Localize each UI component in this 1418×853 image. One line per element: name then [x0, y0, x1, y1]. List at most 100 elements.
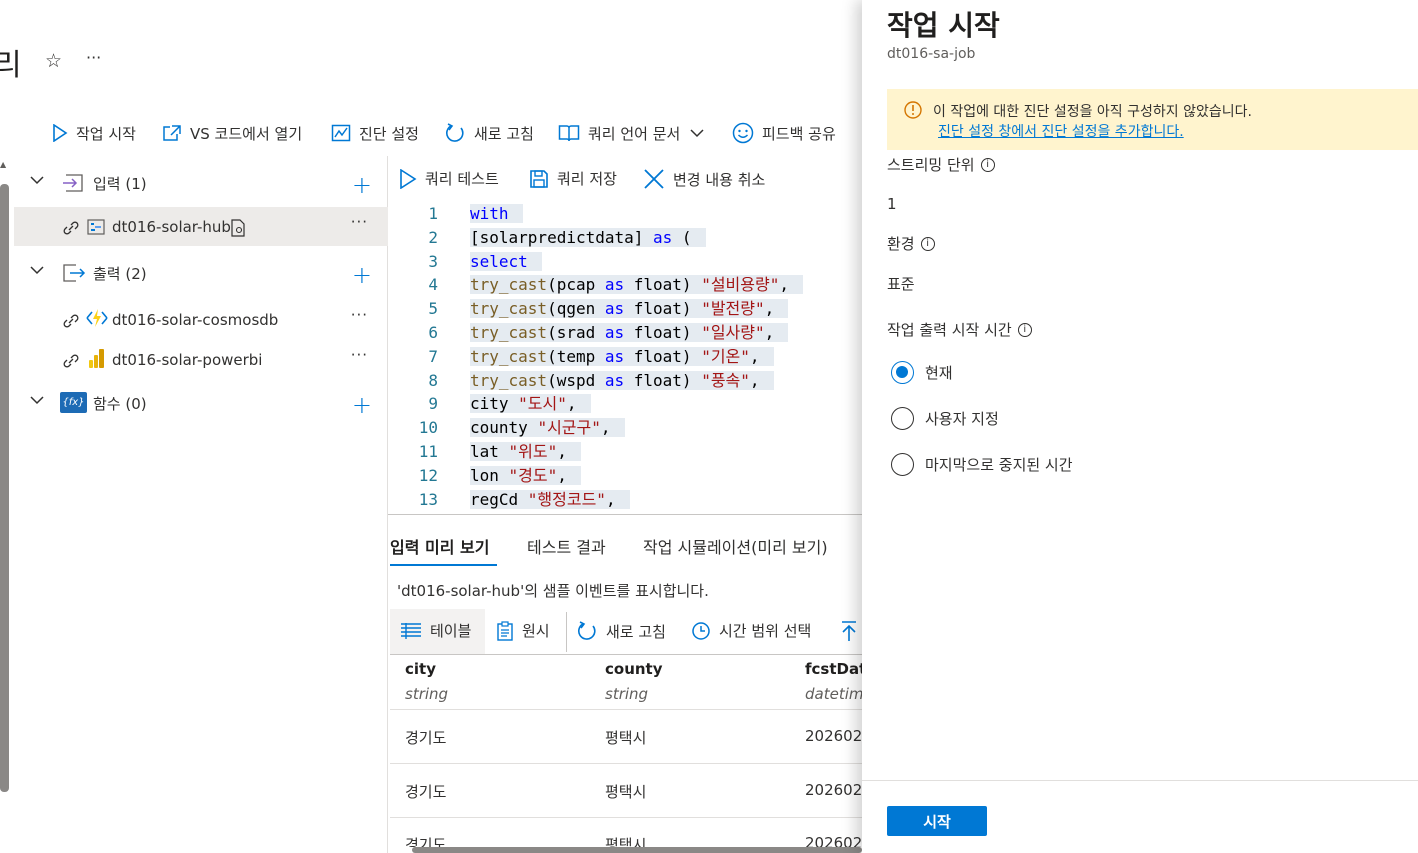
line-number: 4: [428, 275, 438, 295]
code-token: as: [653, 227, 673, 247]
start-button[interactable]: 시작: [887, 806, 987, 836]
time-range-button[interactable]: 시간 범위 선택: [691, 620, 811, 641]
add-input-icon[interactable]: +: [352, 171, 372, 199]
code-token: "행정코드": [527, 489, 606, 509]
scroll-up-arrow-icon[interactable]: ▲: [0, 160, 6, 169]
open-vscode-button[interactable]: VS 코드에서 열기: [162, 120, 302, 146]
table-cell: 2026021: [805, 727, 862, 745]
column-header[interactable]: county: [605, 660, 663, 678]
code-text: county "시군구",: [470, 416, 625, 440]
tree-item-dt016-solar-hub[interactable]: dt016-solar-hub ···: [14, 207, 388, 246]
table-icon: [401, 622, 421, 639]
line-number: 6: [428, 323, 438, 342]
horizontal-scrollbar[interactable]: [412, 847, 862, 853]
code-line[interactable]: 11 lat "위도",: [390, 440, 862, 464]
radio-label: 마지막으로 중지된 시간: [925, 456, 1073, 474]
column-header[interactable]: fcstDate: [805, 660, 862, 678]
code-text: with: [470, 202, 523, 226]
code-line[interactable]: 1 with: [390, 202, 862, 226]
streaming-units-value[interactable]: 1: [887, 195, 897, 213]
code-line[interactable]: 4 try_cast(pcap as float) "설비용량",: [390, 273, 862, 297]
line-number: 12: [418, 465, 438, 485]
code-text: lon "경도",: [470, 464, 581, 488]
tab-job-simulation[interactable]: 작업 시뮬레이션(미리 보기): [643, 534, 828, 558]
diagnostics-button[interactable]: 진단 설정: [331, 120, 419, 146]
tree-item-dt016-solar-powerbi[interactable]: dt016-solar-powerbi ···: [14, 340, 388, 380]
radio-button-selected[interactable]: [891, 361, 914, 384]
test-query-button[interactable]: 쿼리 테스트: [399, 168, 499, 189]
environment-label: 환경 i: [887, 233, 935, 254]
save-query-button[interactable]: 쿼리 저장: [529, 168, 617, 189]
code-line[interactable]: 13 regCd "행정코드",: [390, 488, 862, 512]
panel-footer-divider: [862, 780, 1418, 781]
tab-input-preview[interactable]: 입력 미리 보기: [390, 534, 489, 558]
feedback-button[interactable]: 피드백 공유: [732, 120, 836, 146]
code-line[interactable]: 8 try_cast(wspd as float) "풍속",: [390, 369, 862, 393]
code-line[interactable]: 2 [solarpredictdata] as (: [390, 226, 862, 250]
code-token: try_cast: [470, 346, 548, 366]
table-view-toggle[interactable]: 테이블: [400, 620, 471, 641]
code-line[interactable]: 7 try_cast(temp as float) "기온",: [390, 345, 862, 369]
radio-button[interactable]: [891, 453, 914, 476]
raw-view-button[interactable]: 원시: [496, 620, 550, 641]
radio-button[interactable]: [891, 407, 914, 430]
warning-text: 이 작업에 대한 진단 설정을 아직 구성하지 않았습니다.: [933, 104, 1252, 120]
more-options-icon[interactable]: ···: [86, 48, 101, 67]
chevron-down-icon[interactable]: [30, 265, 44, 275]
info-icon[interactable]: i: [980, 157, 995, 172]
upload-arrow-icon: [842, 621, 856, 641]
output-start-time-text: 작업 출력 시작 시간: [887, 321, 1012, 339]
radio-option-custom[interactable]: 사용자 지정: [891, 407, 999, 430]
radio-option-last-stopped[interactable]: 마지막으로 중지된 시간: [891, 453, 1073, 476]
add-function-icon[interactable]: +: [352, 391, 372, 419]
code-line[interactable]: 3 select: [390, 250, 862, 274]
code-token: ,: [764, 323, 775, 342]
output-item-label: dt016-solar-cosmosdb: [112, 311, 279, 329]
column-header[interactable]: city: [405, 660, 436, 678]
code-token: ,: [557, 442, 567, 461]
tree-scrollbar[interactable]: [0, 184, 9, 792]
refresh-icon: [578, 621, 596, 640]
refresh-button[interactable]: 새로 고침: [444, 120, 534, 146]
environment-value: 표준: [887, 275, 915, 293]
more-options-icon[interactable]: ···: [351, 213, 368, 231]
code-line[interactable]: 12 lon "경도",: [390, 464, 862, 488]
code-line[interactable]: 9 city "도시",: [390, 392, 862, 416]
code-line[interactable]: 6 try_cast(srad as float) "일사량",: [390, 321, 862, 345]
code-line[interactable]: 5 try_cast(qgen as float) "발전량",: [390, 297, 862, 321]
code-token: "발전량": [701, 299, 765, 319]
more-options-icon[interactable]: ···: [351, 346, 368, 364]
code-line[interactable]: 10 county "시군구",: [390, 416, 862, 440]
discard-changes-label: 변경 내용 취소: [673, 170, 766, 189]
preview-refresh-button[interactable]: 새로 고침: [576, 620, 666, 642]
tab-test-results[interactable]: 테스트 결과: [527, 534, 606, 558]
discard-changes-button[interactable]: 변경 내용 취소: [643, 168, 765, 190]
code-token: float): [624, 346, 702, 366]
tree-group-inputs[interactable]: 입력 (1) +: [14, 163, 388, 203]
add-output-icon[interactable]: +: [352, 261, 372, 289]
code-token: try_cast: [470, 323, 548, 342]
tree-group-outputs[interactable]: 출력 (2) +: [14, 253, 388, 293]
column-type: string: [605, 685, 649, 703]
chevron-down-icon[interactable]: [30, 175, 44, 185]
code-token: "기온": [701, 346, 750, 366]
raw-view-label: 원시: [522, 622, 550, 640]
start-job-button[interactable]: 작업 시작: [52, 120, 136, 146]
code-token: as: [604, 299, 625, 319]
code-token: (qgen: [547, 299, 605, 319]
diagnostics-settings-link[interactable]: 진단 설정 창에서 진단 설정을 추가합니다.: [938, 121, 1184, 141]
star-icon[interactable]: ☆: [45, 50, 62, 72]
chevron-down-icon[interactable]: [30, 395, 44, 405]
radio-option-now[interactable]: 현재: [891, 361, 953, 384]
code-token: ,: [764, 299, 775, 319]
tree-group-functions[interactable]: {fx} 함수 (0) +: [14, 383, 388, 423]
smiley-icon: [732, 122, 754, 144]
info-icon[interactable]: i: [1017, 322, 1032, 337]
more-options-icon[interactable]: ···: [351, 306, 368, 324]
radio-label: 사용자 지정: [925, 410, 999, 428]
code-token: with: [470, 204, 509, 223]
query-docs-button[interactable]: 쿼리 언어 문서: [558, 120, 704, 146]
pane-divider[interactable]: [388, 514, 862, 515]
tree-item-dt016-solar-cosmosdb[interactable]: dt016-solar-cosmosdb ···: [14, 300, 388, 340]
info-icon[interactable]: i: [920, 236, 935, 251]
